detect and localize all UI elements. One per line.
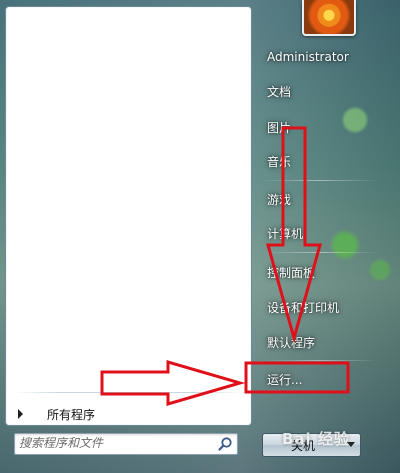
all-programs-button[interactable]: 所有程序 bbox=[14, 403, 246, 425]
programs-separator bbox=[14, 392, 243, 393]
right-item-user[interactable]: Administrator bbox=[262, 45, 387, 69]
user-name-label: Administrator bbox=[267, 50, 349, 64]
search-input[interactable] bbox=[19, 435, 209, 451]
right-item-computer[interactable]: 计算机 bbox=[262, 221, 387, 245]
all-programs-arrow-icon bbox=[18, 409, 23, 419]
right-item-label: 计算机 bbox=[267, 226, 304, 241]
right-item-music[interactable]: 音乐 bbox=[262, 149, 387, 173]
right-item-label: 图片 bbox=[267, 120, 292, 135]
right-separator bbox=[262, 252, 377, 253]
right-item-label: 默认程序 bbox=[267, 335, 316, 350]
right-item-label: 控制面板 bbox=[267, 265, 316, 280]
right-item-devices-printers[interactable]: 设备和打印机 bbox=[262, 295, 387, 319]
right-item-games[interactable]: 游戏 bbox=[262, 187, 387, 211]
search-box[interactable] bbox=[14, 433, 238, 455]
user-avatar[interactable] bbox=[302, 0, 356, 36]
right-item-default-programs[interactable]: 默认程序 bbox=[262, 330, 387, 354]
right-item-label: 运行... bbox=[267, 372, 303, 387]
right-item-control-panel[interactable]: 控制面板 bbox=[262, 260, 387, 284]
programs-list-panel[interactable]: 所有程序 bbox=[5, 6, 252, 426]
right-item-pictures[interactable]: 图片 bbox=[262, 115, 387, 139]
right-separator bbox=[262, 360, 377, 361]
right-item-label: 游戏 bbox=[267, 192, 292, 207]
watermark: Bai 经验 bbox=[282, 430, 350, 448]
right-item-label: 文档 bbox=[267, 84, 292, 99]
right-item-label: 音乐 bbox=[267, 154, 292, 169]
right-separator bbox=[262, 180, 377, 181]
all-programs-label: 所有程序 bbox=[47, 407, 96, 422]
search-icon[interactable] bbox=[217, 436, 233, 452]
right-item-run[interactable]: 运行... bbox=[262, 367, 387, 391]
right-item-documents[interactable]: 文档 bbox=[262, 79, 387, 103]
right-item-label: 设备和打印机 bbox=[267, 300, 340, 315]
